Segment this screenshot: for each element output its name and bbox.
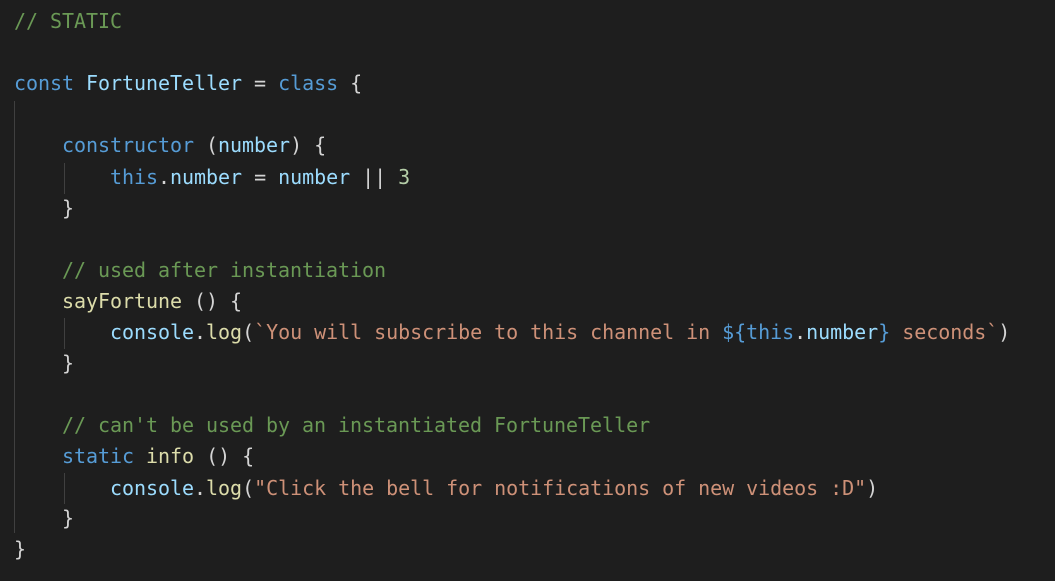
object-console: console: [110, 476, 195, 500]
keyword-this: this: [746, 320, 795, 344]
code-line-17: }: [14, 503, 74, 534]
code-line-6: this.number = number || 3: [14, 162, 410, 193]
paren-close-brace: ) {: [290, 133, 327, 157]
paren-open: (: [242, 476, 255, 500]
comment-static: // STATIC: [14, 9, 123, 33]
open-brace: {: [338, 71, 363, 95]
assign-operator: =: [242, 165, 279, 189]
keyword-static: static: [62, 444, 135, 468]
keyword-this: this: [110, 165, 159, 189]
code-line-1: // STATIC: [14, 6, 122, 37]
property-number: number: [170, 165, 243, 189]
object-console: console: [110, 320, 195, 344]
code-line-3: const FortuneTeller = class {: [14, 68, 362, 99]
close-brace: }: [62, 351, 75, 375]
interp-open: ${: [722, 320, 747, 344]
code-line-11: console.log(`You will subscribe to this …: [14, 317, 1010, 348]
code-line-7: }: [14, 193, 74, 224]
comment-used-after: // used after instantiation: [62, 258, 387, 282]
method-info: info: [146, 444, 195, 468]
assign-operator: =: [242, 71, 279, 95]
dot: .: [158, 165, 171, 189]
code-line-10: sayFortune () {: [14, 286, 242, 317]
number-literal: 3: [398, 165, 411, 189]
code-line-12: }: [14, 348, 74, 379]
property-number: number: [806, 320, 879, 344]
class-name: FortuneTeller: [86, 71, 243, 95]
paren-close: ): [998, 320, 1011, 344]
method-signature: () {: [194, 444, 255, 468]
dot: .: [794, 320, 807, 344]
interp-close: }: [878, 320, 891, 344]
param-number: number: [218, 133, 291, 157]
template-string-part1: `You will subscribe to this channel in: [254, 320, 723, 344]
code-line-5: constructor (number) {: [14, 130, 326, 161]
close-brace: }: [62, 506, 75, 530]
code-line-15: static info () {: [14, 441, 254, 472]
close-brace-class: }: [14, 537, 27, 561]
variable-number: number: [278, 165, 351, 189]
comment-cant-be-used: // can't be used by an instantiated Fort…: [62, 413, 651, 437]
or-operator: ||: [350, 165, 399, 189]
code-line-18: }: [14, 534, 26, 565]
dot: .: [194, 320, 207, 344]
code-line-16: console.log("Click the bell for notifica…: [14, 473, 878, 504]
code-line-14: // can't be used by an instantiated Fort…: [14, 410, 650, 441]
method-sayfortune: sayFortune: [62, 289, 183, 313]
string-literal: "Click the bell for notifications of new…: [254, 476, 867, 500]
paren-open: (: [194, 133, 219, 157]
close-brace: }: [62, 196, 75, 220]
function-log: log: [206, 476, 243, 500]
keyword-class: class: [278, 71, 339, 95]
paren-close: ): [866, 476, 879, 500]
function-log: log: [206, 320, 243, 344]
paren-open: (: [242, 320, 255, 344]
keyword-const: const: [14, 71, 75, 95]
code-editor[interactable]: // STATIC const FortuneTeller = class { …: [0, 0, 1055, 581]
dot: .: [194, 476, 207, 500]
template-string-part2: seconds`: [890, 320, 999, 344]
code-line-9: // used after instantiation: [14, 255, 386, 286]
method-signature: () {: [182, 289, 243, 313]
keyword-constructor: constructor: [62, 133, 195, 157]
